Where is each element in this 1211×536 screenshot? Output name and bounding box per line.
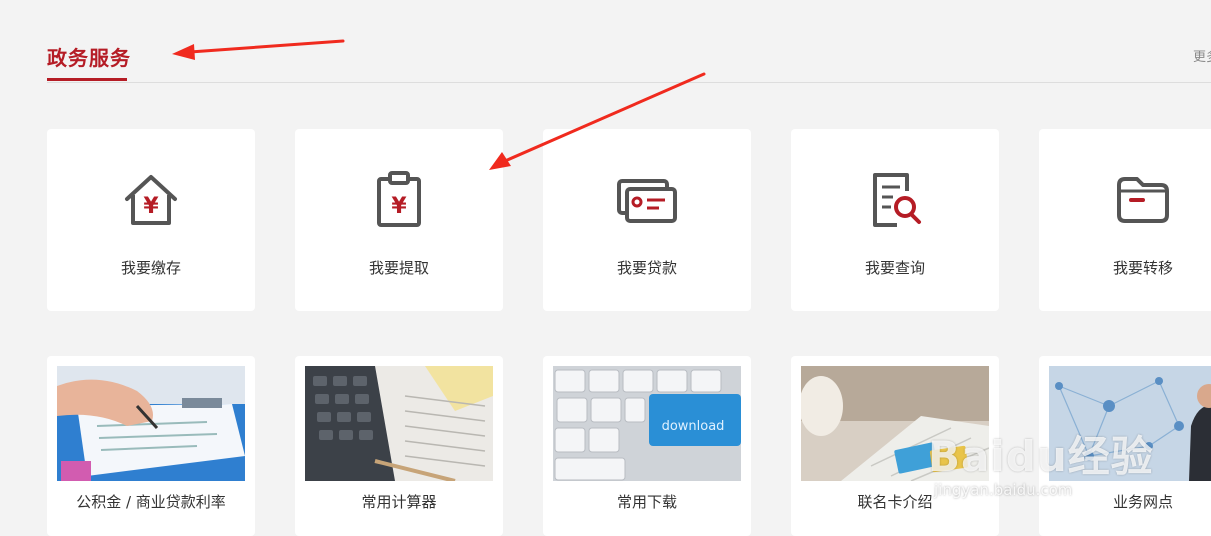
service-card-deposit[interactable]: ¥ 我要缴存 [47, 129, 255, 311]
more-link[interactable]: 更多 [1193, 46, 1211, 65]
keyboard-download-photo: download [553, 366, 741, 481]
bank-card-keyboard-photo [801, 366, 989, 481]
calculator-photo [305, 366, 493, 481]
folder-icon [1117, 177, 1169, 223]
network-business-photo [1049, 366, 1211, 481]
service-label: 我要查询 [864, 259, 925, 277]
service-card-query[interactable]: 我要查询 [791, 129, 999, 311]
link-label: 公积金 / 商业贷款利率 [76, 493, 226, 511]
link-card-rates[interactable]: 公积金 / 商业贷款利率 [47, 356, 255, 536]
service-card-withdraw[interactable]: ¥ 我要提取 [295, 129, 503, 311]
link-label: 联名卡介绍 [857, 493, 933, 511]
svg-text:¥: ¥ [391, 194, 407, 219]
document-search-icon [873, 173, 921, 227]
cards-icon [617, 179, 677, 223]
link-label: 常用下载 [616, 493, 677, 511]
title-underline [47, 78, 127, 81]
link-label: 常用计算器 [361, 493, 437, 511]
document-signing-photo [57, 366, 245, 481]
service-card-loan[interactable]: 我要贷款 [543, 129, 751, 311]
link-label: 业务网点 [1112, 493, 1173, 511]
service-label: 我要缴存 [120, 259, 181, 277]
service-label: 我要转移 [1112, 259, 1173, 277]
service-label: 我要提取 [368, 259, 429, 277]
section-title: 政务服务 [47, 46, 131, 70]
house-yuan-icon: ¥ [125, 175, 177, 225]
clipboard-yuan-icon: ¥ [377, 171, 421, 227]
link-card-downloads[interactable]: download 常用下载 [543, 356, 751, 536]
link-card-cobrand[interactable]: 联名卡介绍 [791, 356, 999, 536]
link-card-outlets[interactable]: 业务网点 [1039, 356, 1211, 536]
service-card-transfer[interactable]: 我要转移 [1039, 129, 1211, 311]
svg-text:download: download [662, 419, 725, 434]
section-divider [47, 82, 1211, 83]
service-label: 我要贷款 [616, 259, 677, 277]
link-card-calculator[interactable]: 常用计算器 [295, 356, 503, 536]
arrow-to-title [172, 39, 345, 60]
svg-text:¥: ¥ [143, 194, 159, 219]
